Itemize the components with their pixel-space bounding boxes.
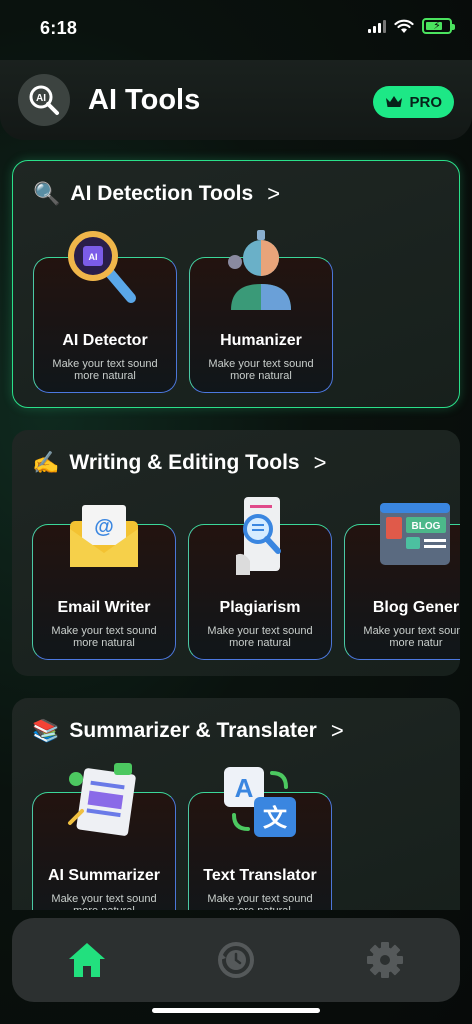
- document-search-icon: [236, 497, 281, 575]
- tool-card-text-translator[interactable]: A 文 Text Translator Make your text sound…: [188, 767, 332, 910]
- svg-text:AI: AI: [36, 93, 46, 104]
- svg-text:文: 文: [263, 804, 288, 832]
- pro-button[interactable]: PRO: [373, 86, 454, 118]
- section-title: AI Detection Tools: [70, 182, 254, 205]
- tool-card-email-writer[interactable]: @ Email Writer Make your text sound more…: [32, 505, 176, 660]
- crown-icon: [386, 96, 403, 107]
- tool-card-title: Blog Gener: [372, 599, 460, 616]
- pro-label: PRO: [409, 93, 442, 111]
- magnifier-emoji-icon: 🔍: [33, 181, 61, 206]
- nav-home[interactable]: [47, 930, 127, 990]
- section-title: Summarizer & Translater: [69, 719, 317, 742]
- ai-search-icon: AI: [29, 85, 59, 115]
- svg-text:@: @: [94, 516, 114, 538]
- tool-card-desc: Make your text sound more natural: [207, 893, 313, 910]
- section-writing-editing: ✍️ Writing & Editing Tools > @ Email Wri…: [12, 430, 460, 676]
- bottom-nav: [12, 918, 460, 1002]
- svg-text:BLOG: BLOG: [412, 521, 441, 532]
- summary-document-icon: [68, 763, 136, 836]
- tool-card-title: Plagiarism: [219, 599, 301, 616]
- section-ai-detection: 🔍 AI Detection Tools > AI AI Detector Ma…: [12, 160, 460, 408]
- gear-icon: [367, 942, 404, 978]
- tool-card-title: AI Detector: [62, 332, 148, 349]
- tool-card-ai-detector[interactable]: AI AI Detector Make your text sound more…: [33, 231, 177, 393]
- section-summarizer-translater: 📚 Summarizer & Translater > AI Summarize…: [12, 698, 460, 910]
- svg-text:AI: AI: [89, 252, 98, 262]
- writing-hand-emoji-icon: ✍️: [32, 450, 60, 475]
- tool-card-plagiarism[interactable]: Plagiarism Make your text sound more nat…: [188, 497, 332, 660]
- home-icon: [68, 943, 105, 977]
- tool-card-title: AI Summarizer: [47, 867, 161, 884]
- translate-icon: A 文: [224, 767, 296, 837]
- tool-card-desc: Make your text sound more natural: [51, 625, 157, 649]
- tool-card-title: Humanizer: [220, 332, 302, 349]
- tool-card-desc: Make your text sound more natur: [363, 625, 460, 649]
- tool-card-title: Email Writer: [57, 599, 151, 616]
- status-time: 6:18: [40, 18, 78, 38]
- books-emoji-icon: 📚: [32, 718, 60, 743]
- email-envelope-icon: @: [70, 505, 138, 567]
- home-indicator: [152, 1008, 320, 1013]
- section-header[interactable]: 📚 Summarizer & Translater >: [32, 718, 344, 744]
- blog-window-icon: BLOG: [380, 503, 450, 565]
- status-icons: ⚡: [368, 18, 455, 34]
- chevron-right-icon: >: [267, 181, 281, 206]
- tool-card-desc: Make your text sound more natural: [51, 893, 157, 910]
- chevron-right-icon: >: [313, 450, 327, 475]
- tool-card-desc: Make your text sound more natural: [207, 625, 313, 649]
- nav-settings[interactable]: [345, 930, 425, 990]
- section-title: Writing & Editing Tools: [69, 451, 300, 474]
- tool-card-title: Text Translator: [203, 867, 317, 884]
- avatar[interactable]: AI: [18, 74, 70, 126]
- section-header[interactable]: 🔍 AI Detection Tools >: [33, 181, 280, 207]
- chevron-right-icon: >: [330, 718, 344, 743]
- history-icon: [217, 942, 254, 978]
- tool-card-humanizer[interactable]: Humanizer Make your text sound more natu…: [189, 230, 333, 393]
- page-title: AI Tools: [88, 84, 201, 116]
- tool-card-desc: Make your text sound more natural: [52, 358, 158, 382]
- battery-icon: ⚡: [422, 18, 455, 34]
- tool-card-ai-summarizer[interactable]: AI Summarizer Make your text sound more …: [32, 763, 176, 910]
- svg-text:A: A: [235, 773, 254, 803]
- tool-card-desc: Make your text sound more natural: [208, 358, 314, 382]
- robot-human-icon: [228, 230, 291, 310]
- section-header[interactable]: ✍️ Writing & Editing Tools >: [32, 450, 326, 476]
- wifi-icon: [394, 19, 414, 33]
- app-header: AI AI Tools PRO: [0, 60, 472, 140]
- tool-card-blog-generator[interactable]: BLOG Blog Gener Make your text sound mor…: [344, 503, 460, 660]
- cellular-signal-icon: [368, 19, 386, 33]
- status-bar: 6:18 ⚡: [0, 0, 472, 56]
- nav-history[interactable]: [196, 930, 276, 990]
- magnifier-chip-icon: AI: [68, 231, 136, 303]
